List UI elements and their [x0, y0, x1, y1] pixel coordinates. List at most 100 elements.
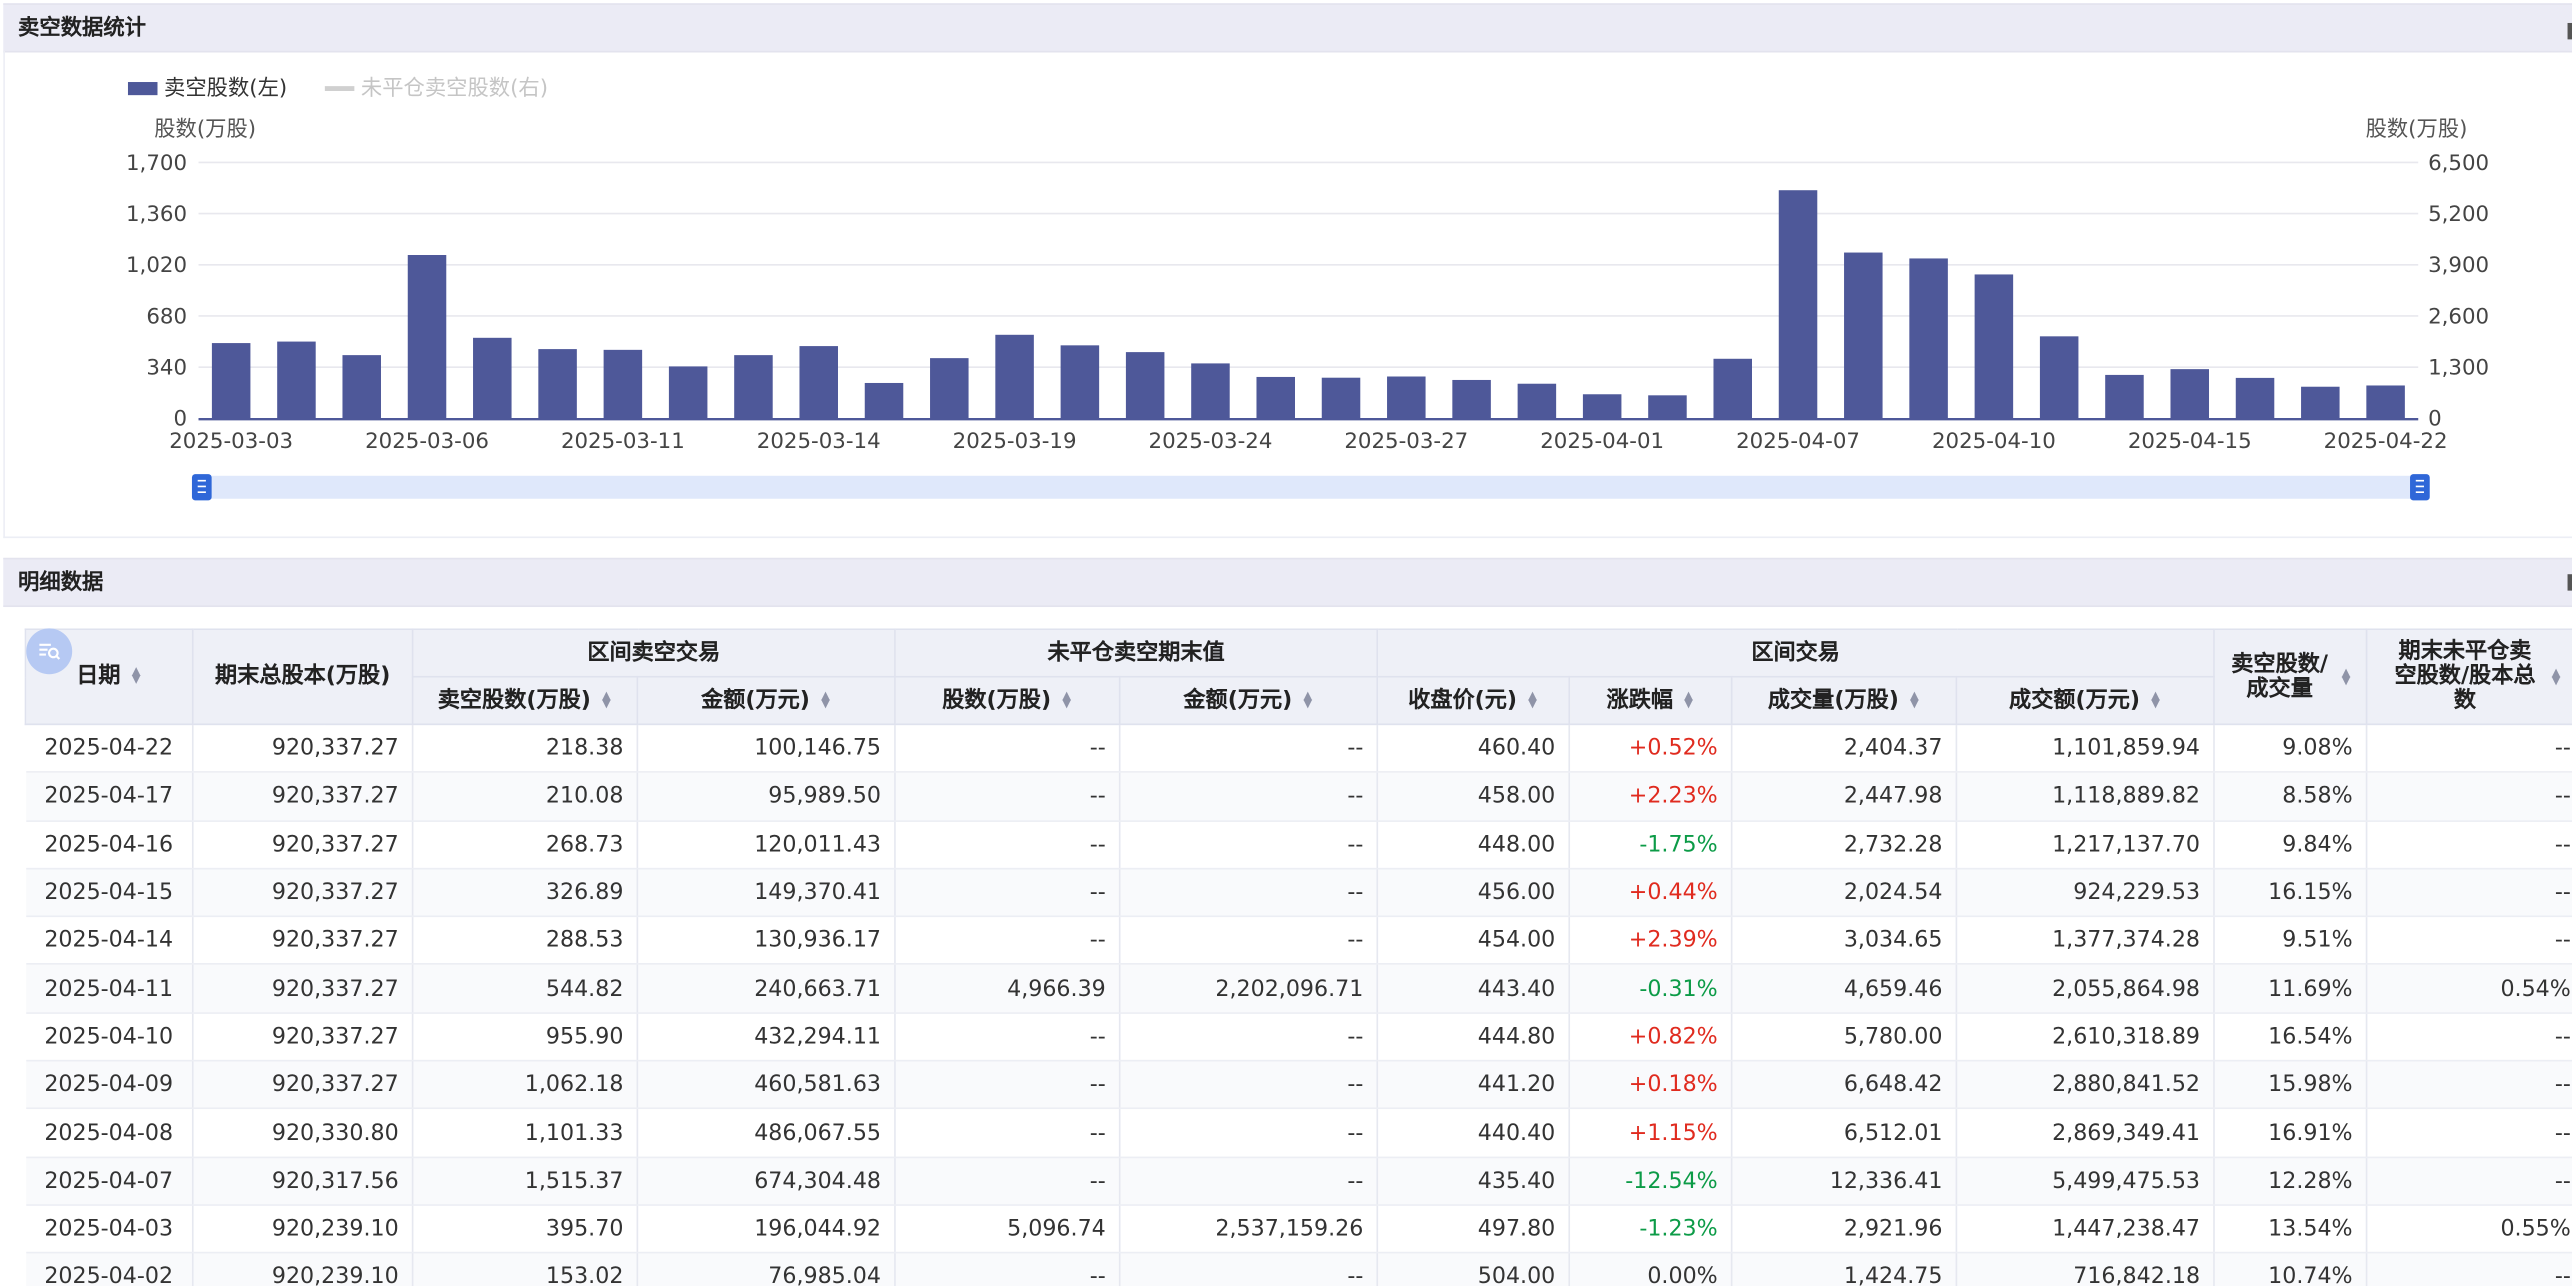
sort-icon[interactable]: ▲ ▼	[1061, 689, 1072, 709]
bar[interactable]	[1387, 376, 1426, 419]
col-header-short-ratio[interactable]: 卖空股数/成交量 ▲ ▼	[2213, 628, 2368, 726]
cell-open-ratio: --	[2366, 724, 2572, 774]
detail-section-header: 明细数据	[3, 557, 2572, 608]
bar[interactable]	[734, 355, 773, 419]
bar[interactable]	[864, 382, 904, 419]
cell-volume: 2,732.28	[1731, 820, 1958, 870]
bar[interactable]	[1060, 345, 1100, 419]
cell-change: -1.23%	[1569, 1204, 1733, 1254]
col-header-open-ratio[interactable]: 期末未平仓卖空股数/股本总数 ▲ ▼	[2365, 628, 2572, 726]
col-header-short-shares[interactable]: 卖空股数(万股) ▲ ▼	[411, 675, 639, 726]
bar[interactable]	[1713, 358, 1752, 419]
cell-open-ratio: --	[2366, 820, 2572, 870]
zoom-slider-track[interactable]	[203, 475, 2420, 499]
bar[interactable]	[995, 334, 1034, 419]
bar[interactable]	[407, 255, 447, 419]
cell-short-ratio: 12.28%	[2213, 1156, 2368, 1206]
bar[interactable]	[2366, 385, 2405, 419]
col-header-volume[interactable]: 成交量(万股) ▲ ▼	[1730, 675, 1958, 726]
sort-icon[interactable]: ▲ ▼	[2550, 666, 2561, 686]
bar[interactable]	[668, 366, 708, 419]
cell-date: 2025-04-02	[25, 1253, 194, 1286]
x-tick-label: 2025-04-07	[1736, 429, 1860, 454]
cell-open-shares: --	[894, 1253, 1121, 1286]
sort-icon[interactable]: ▲ ▼	[1909, 689, 1920, 709]
bar[interactable]	[1844, 252, 1883, 419]
bar[interactable]	[2301, 386, 2340, 419]
sort-icon[interactable]: ▲ ▼	[2150, 689, 2161, 709]
cell-date: 2025-04-10	[25, 1012, 194, 1062]
bar[interactable]	[1256, 376, 1295, 419]
sort-icon[interactable]: ▲ ▼	[2340, 666, 2351, 686]
bar[interactable]	[2039, 336, 2079, 419]
bar[interactable]	[2105, 374, 2144, 419]
cell-short-shares: 395.70	[412, 1204, 639, 1254]
group-header-interval-short: 区间卖空交易	[411, 628, 896, 678]
col-header-close[interactable]: 收盘价(元) ▲ ▼	[1376, 675, 1571, 726]
legend-label-open-short[interactable]: 未平仓卖空股数(右)	[361, 76, 548, 101]
filter-search-icon[interactable]	[26, 628, 73, 675]
bar[interactable]	[799, 346, 838, 419]
sort-icon[interactable]: ▲ ▼	[601, 689, 612, 709]
cell-short-ratio: 16.91%	[2213, 1108, 2368, 1158]
y-right-tick-label: 2,600	[2428, 304, 2489, 329]
x-tick-label: 2025-03-27	[1344, 429, 1468, 454]
bar[interactable]	[1974, 274, 2014, 419]
col-header-total-shares: 期末总股本(万股)	[191, 628, 414, 726]
cell-total-shares: 920,337.27	[192, 772, 414, 822]
y-right-tick-label: 6,500	[2428, 151, 2489, 176]
bar[interactable]	[1778, 190, 1818, 419]
col-header-turnover[interactable]: 成交额(万元) ▲ ▼	[1955, 675, 2215, 726]
cell-close: 460.40	[1377, 724, 1571, 774]
bar[interactable]	[1321, 377, 1361, 419]
sort-icon[interactable]: ▲ ▼	[1527, 689, 1538, 709]
legend-label-short-shares[interactable]: 卖空股数(左)	[164, 76, 287, 101]
sort-icon[interactable]: ▲ ▼	[130, 665, 141, 685]
bar[interactable]	[1191, 363, 1230, 419]
bar[interactable]	[1909, 258, 1948, 419]
cell-total-shares: 920,337.27	[192, 916, 414, 966]
cell-change: +0.82%	[1569, 1012, 1733, 1062]
stats-section-title: 卖空数据统计	[18, 16, 147, 42]
bar[interactable]	[277, 341, 316, 419]
cell-date: 2025-04-09	[25, 1060, 194, 1110]
collapse-icon[interactable]	[2567, 574, 2572, 591]
table-row: 2025-04-08 920,330.80 1,101.33 486,067.55 --…	[25, 1108, 2572, 1158]
bar[interactable]	[473, 337, 512, 419]
col-header-change[interactable]: 涨跌幅 ▲ ▼	[1568, 675, 1733, 726]
cell-short-ratio: 9.84%	[2213, 820, 2368, 870]
bar[interactable]	[211, 343, 251, 419]
cell-open-ratio: --	[2366, 868, 2572, 918]
bar[interactable]	[1452, 379, 1491, 419]
bar[interactable]	[2170, 369, 2210, 419]
cell-short-shares: 1,515.37	[412, 1156, 639, 1206]
cell-volume: 2,404.37	[1731, 724, 1958, 774]
bar[interactable]	[1125, 352, 1165, 419]
cell-turnover: 924,229.53	[1956, 868, 2215, 918]
bar[interactable]	[1648, 395, 1687, 419]
bar[interactable]	[930, 358, 969, 419]
col-header-open-amount[interactable]: 金额(万元) ▲ ▼	[1118, 675, 1379, 726]
sort-icon[interactable]: ▲ ▼	[820, 689, 831, 709]
bar[interactable]	[1582, 394, 1622, 419]
cell-short-ratio: 16.15%	[2213, 868, 2368, 918]
cell-open-ratio: --	[2366, 1060, 2572, 1110]
col-header-short-amount[interactable]: 金额(万元) ▲ ▼	[636, 675, 896, 726]
sort-icon[interactable]: ▲ ▼	[1683, 689, 1694, 709]
legend-swatch-short-shares[interactable]	[127, 82, 158, 96]
cell-short-amount: 486,067.55	[637, 1108, 896, 1158]
sort-icon[interactable]: ▲ ▼	[1302, 689, 1313, 709]
cell-open-amount: --	[1119, 1060, 1379, 1110]
x-tick-label: 2025-03-06	[365, 429, 489, 454]
cell-open-shares: --	[894, 1108, 1121, 1158]
col-header-open-shares[interactable]: 股数(万股) ▲ ▼	[894, 675, 1121, 726]
cell-close: 497.80	[1377, 1204, 1571, 1254]
cell-open-amount: --	[1119, 1253, 1379, 1286]
bar[interactable]	[1517, 383, 1557, 419]
table-row: 2025-04-09 920,337.27 1,062.18 460,581.63 --…	[25, 1060, 2572, 1110]
bar[interactable]	[342, 355, 381, 419]
bar[interactable]	[538, 349, 577, 419]
bar[interactable]	[603, 349, 643, 419]
bar[interactable]	[2235, 377, 2275, 419]
collapse-icon[interactable]	[2567, 22, 2572, 40]
